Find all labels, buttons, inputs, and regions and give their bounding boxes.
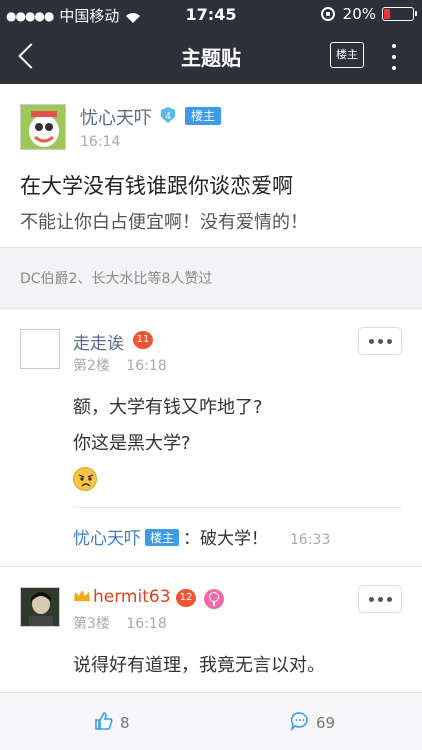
- bottom-bar: 8 69: [0, 692, 422, 750]
- level-badge: 11: [133, 331, 153, 349]
- avatar[interactable]: [20, 104, 66, 150]
- nav-bar: 主题贴 楼主: [0, 30, 422, 84]
- level-badge: 4: [159, 106, 177, 124]
- reply-line: 你这是黑大学?: [73, 433, 191, 454]
- reply-time: 16:18: [126, 358, 167, 374]
- more-button[interactable]: [358, 327, 402, 355]
- reply-meta: 第2楼 16:18: [73, 355, 167, 375]
- sub-reply[interactable]: 忧心天吓 楼主 ：破大学！ 16:33: [73, 507, 402, 549]
- floor-label: 第3楼: [73, 616, 110, 632]
- likes-summary[interactable]: DC伯爵2、长大水比等8人赞过: [0, 248, 422, 308]
- comment-count: 69: [316, 714, 336, 732]
- comment-button[interactable]: 69: [290, 711, 335, 735]
- reply-line: 说得好有道理，我竟无言以对。: [73, 655, 325, 676]
- reply-author[interactable]: hermit63: [73, 587, 171, 607]
- reply-line: 额，大学有钱又咋地了?: [73, 397, 263, 418]
- owner-tag: 楼主: [145, 529, 180, 546]
- status-bar: ●●●●● 中国移动 17:45 20%: [0, 0, 422, 30]
- svg-text:4: 4: [165, 111, 171, 122]
- comment-icon: [290, 711, 316, 735]
- level-badge: 12: [176, 589, 196, 607]
- more-options-icon[interactable]: [384, 42, 404, 72]
- female-icon: [204, 589, 224, 609]
- post-body: 不能让你白占便宜啊！没有爱情的！: [20, 212, 308, 233]
- post-time: 16:14: [80, 134, 121, 150]
- sub-reply-author[interactable]: 忧心天吓: [73, 529, 141, 549]
- thumbs-up-icon: [94, 711, 120, 735]
- rotation-lock-icon: [320, 7, 335, 21]
- owner-tag: 楼主: [185, 107, 222, 125]
- main-post: 忧心天吓 4 楼主 16:14 在大学没有钱谁跟你谈恋爱啊 不能让你白占便宜啊！…: [0, 84, 422, 248]
- post-title: 在大学没有钱谁跟你谈恋爱啊: [20, 174, 293, 198]
- only-owner-button[interactable]: 楼主: [330, 42, 364, 68]
- post-author[interactable]: 忧心天吓: [80, 104, 152, 130]
- more-button[interactable]: [358, 585, 402, 613]
- reply-item: 走走诶 11 第2楼 16:18 额，大学有钱又咋地了? 你这是黑大学? 忧心天…: [0, 308, 422, 566]
- reply-item: hermit63 12 第3楼 16:18 说得好有道理，我竟无言以对。: [0, 566, 422, 692]
- like-count: 8: [120, 714, 130, 732]
- reply-meta: 第3楼 16:18: [73, 613, 167, 633]
- avatar[interactable]: [20, 329, 60, 369]
- battery-percent: 20%: [342, 5, 376, 23]
- angry-face-icon: [73, 467, 97, 491]
- floor-label: 第2楼: [73, 358, 110, 374]
- sub-reply-time: 16:33: [290, 532, 331, 548]
- avatar[interactable]: [20, 587, 60, 627]
- like-button[interactable]: 8: [94, 711, 130, 735]
- sub-reply-text: ：破大学！: [183, 529, 269, 549]
- crown-icon: [73, 588, 91, 602]
- reply-author[interactable]: 走走诶: [73, 329, 124, 354]
- reply-time: 16:18: [126, 616, 167, 632]
- battery-icon: [382, 7, 417, 21]
